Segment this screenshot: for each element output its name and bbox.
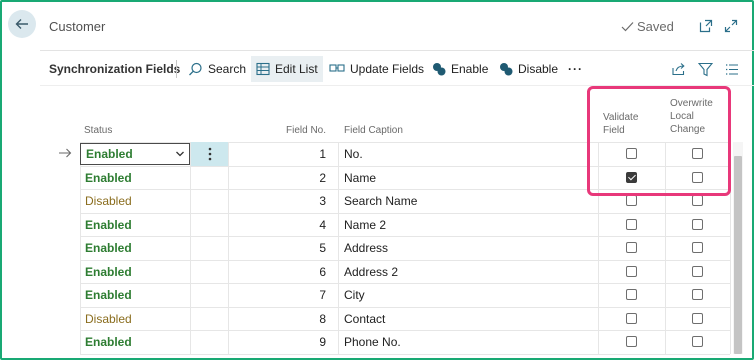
table-row[interactable]: Disabled 8 Contact [80, 307, 730, 331]
scrollbar-thumb[interactable] [734, 156, 742, 354]
status-cell[interactable]: Enabled [85, 288, 132, 302]
status-cell[interactable]: Disabled [85, 312, 132, 326]
current-row-arrow-icon [59, 148, 72, 158]
status-cell[interactable]: Enabled [85, 171, 132, 185]
validate-field-checkbox[interactable] [626, 195, 637, 206]
edit-list-label: Edit List [275, 62, 318, 76]
header-divider [40, 50, 754, 51]
field-caption-cell[interactable]: Address 2 [344, 265, 398, 279]
column-header-status[interactable]: Status [84, 124, 112, 137]
validate-field-checkbox[interactable] [626, 265, 637, 277]
field-caption-cell[interactable]: Name 2 [344, 218, 386, 232]
field-no-cell[interactable]: 5 [276, 241, 326, 255]
field-no-cell[interactable]: 9 [276, 335, 326, 349]
field-no-cell[interactable]: 2 [276, 171, 326, 185]
row-actions-button[interactable] [191, 142, 228, 166]
status-cell[interactable]: Enabled [85, 218, 132, 232]
field-no-cell[interactable]: 7 [276, 288, 326, 302]
chevron-down-icon [176, 151, 184, 157]
saved-status: Saved [621, 19, 674, 34]
share-icon[interactable] [670, 61, 686, 77]
table-row[interactable]: Enabled 6 Address 2 [80, 260, 730, 284]
overwrite-local-change-checkbox[interactable] [692, 218, 703, 230]
checkmark-icon [621, 22, 634, 32]
toolbar: Synchronization Fields Search Edit List … [40, 52, 754, 85]
expand-icon[interactable] [722, 17, 740, 35]
table-row[interactable]: Enabled 4 Name 2 [80, 213, 730, 237]
enable-button[interactable]: Enable [427, 56, 493, 82]
edit-list-button[interactable]: Edit List [251, 56, 323, 82]
field-caption-cell[interactable]: No. [344, 147, 363, 161]
validate-field-checkbox[interactable] [626, 218, 637, 230]
enable-label: Enable [451, 62, 489, 76]
field-caption-cell[interactable]: City [344, 288, 365, 302]
field-caption-cell[interactable]: Contact [344, 312, 385, 326]
table-row[interactable]: Enabled 7 City [80, 283, 730, 307]
status-select[interactable]: Enabled [80, 143, 190, 165]
field-caption-cell[interactable]: Search Name [344, 194, 417, 208]
grid-line [80, 353, 730, 355]
status-select-value: Enabled [86, 147, 133, 161]
update-fields-label: Update Fields [350, 62, 425, 76]
status-cell[interactable]: Enabled [85, 265, 132, 279]
overwrite-local-change-checkbox[interactable] [692, 195, 703, 206]
validate-field-checkbox[interactable] [626, 312, 637, 324]
field-caption-cell[interactable]: Name [344, 171, 376, 185]
enable-icon [433, 63, 446, 76]
list-icon[interactable] [724, 61, 740, 77]
field-no-cell[interactable]: 6 [276, 265, 326, 279]
field-caption-cell[interactable]: Phone No. [344, 335, 401, 349]
overwrite-local-change-checkbox[interactable] [692, 242, 703, 253]
saved-label: Saved [637, 19, 674, 34]
column-header-field-caption[interactable]: Field Caption [344, 124, 403, 137]
search-button[interactable]: Search [183, 56, 251, 82]
overwrite-local-change-checkbox[interactable] [692, 312, 703, 324]
kebab-menu-icon [208, 147, 211, 161]
field-no-cell[interactable]: 1 [276, 147, 326, 161]
disable-icon [500, 63, 513, 76]
toolbar-separator [176, 60, 177, 78]
update-fields-icon [329, 64, 345, 72]
overwrite-local-change-checkbox[interactable] [692, 265, 703, 277]
status-cell[interactable]: Enabled [85, 335, 132, 349]
field-caption-cell[interactable]: Address [344, 241, 388, 255]
filter-icon[interactable] [697, 61, 713, 77]
status-cell[interactable]: Enabled [85, 241, 132, 255]
toolbar-title: Synchronization Fields [49, 62, 181, 76]
field-no-cell[interactable]: 4 [276, 218, 326, 232]
table-row[interactable]: Enabled 5 Address [80, 236, 730, 260]
validate-field-checkbox[interactable] [626, 289, 637, 300]
highlight-box [587, 86, 731, 196]
search-label: Search [208, 62, 247, 76]
validate-field-checkbox[interactable] [626, 242, 637, 253]
back-button[interactable] [8, 10, 36, 38]
status-cell[interactable]: Disabled [85, 194, 132, 208]
open-in-new-window-icon[interactable] [697, 17, 715, 35]
overwrite-local-change-checkbox[interactable] [692, 336, 703, 347]
disable-button[interactable]: Disable [494, 56, 563, 82]
validate-field-checkbox[interactable] [626, 336, 637, 347]
page-title: Customer [49, 19, 106, 34]
field-no-cell[interactable]: 8 [276, 312, 326, 326]
disable-label: Disable [518, 62, 559, 76]
search-icon [189, 62, 202, 75]
edit-list-icon [256, 62, 270, 76]
arrow-left-icon [15, 19, 28, 29]
update-fields-button[interactable]: Update Fields [324, 56, 429, 82]
more-actions-button[interactable]: ··· [563, 56, 588, 82]
overwrite-local-change-checkbox[interactable] [692, 289, 703, 300]
column-header-field-no[interactable]: Field No. [274, 124, 326, 137]
table-row[interactable]: Enabled 9 Phone No. [80, 330, 730, 354]
field-no-cell[interactable]: 3 [276, 194, 326, 208]
